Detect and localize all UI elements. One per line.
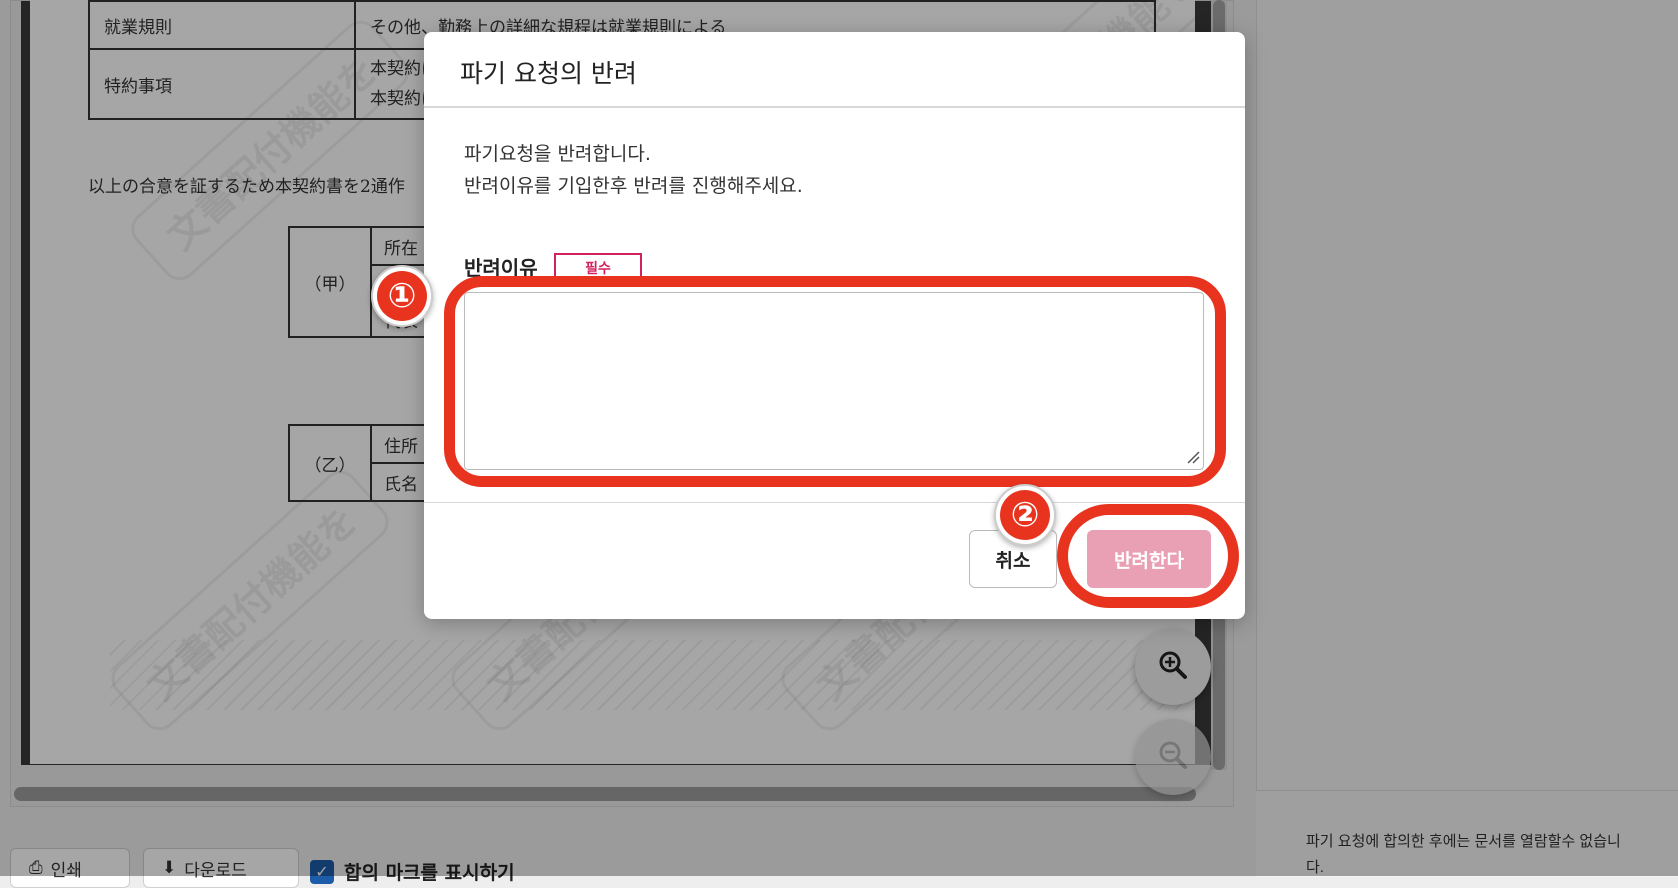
step-1-marker: ① (371, 265, 433, 327)
step-2-number: ② (1000, 490, 1050, 540)
step-1-number: ① (377, 271, 427, 321)
highlight-reason-area (444, 276, 1226, 487)
dialog-divider (424, 502, 1245, 503)
dialog-message-line: 반려이유를 기입한후 반려를 진행해주세요. (464, 175, 803, 197)
dialog-title: 파기 요청의 반려 (460, 59, 637, 88)
dialog-divider (424, 106, 1245, 108)
dialog-message: 파기요청을 반려합니다. 반려이유를 기입한후 반려를 진행해주세요. (464, 138, 803, 202)
dialog-message-line: 파기요청을 반려합니다. (464, 143, 651, 165)
highlight-reject-button (1057, 504, 1239, 608)
step-2-marker: ② (994, 484, 1056, 546)
